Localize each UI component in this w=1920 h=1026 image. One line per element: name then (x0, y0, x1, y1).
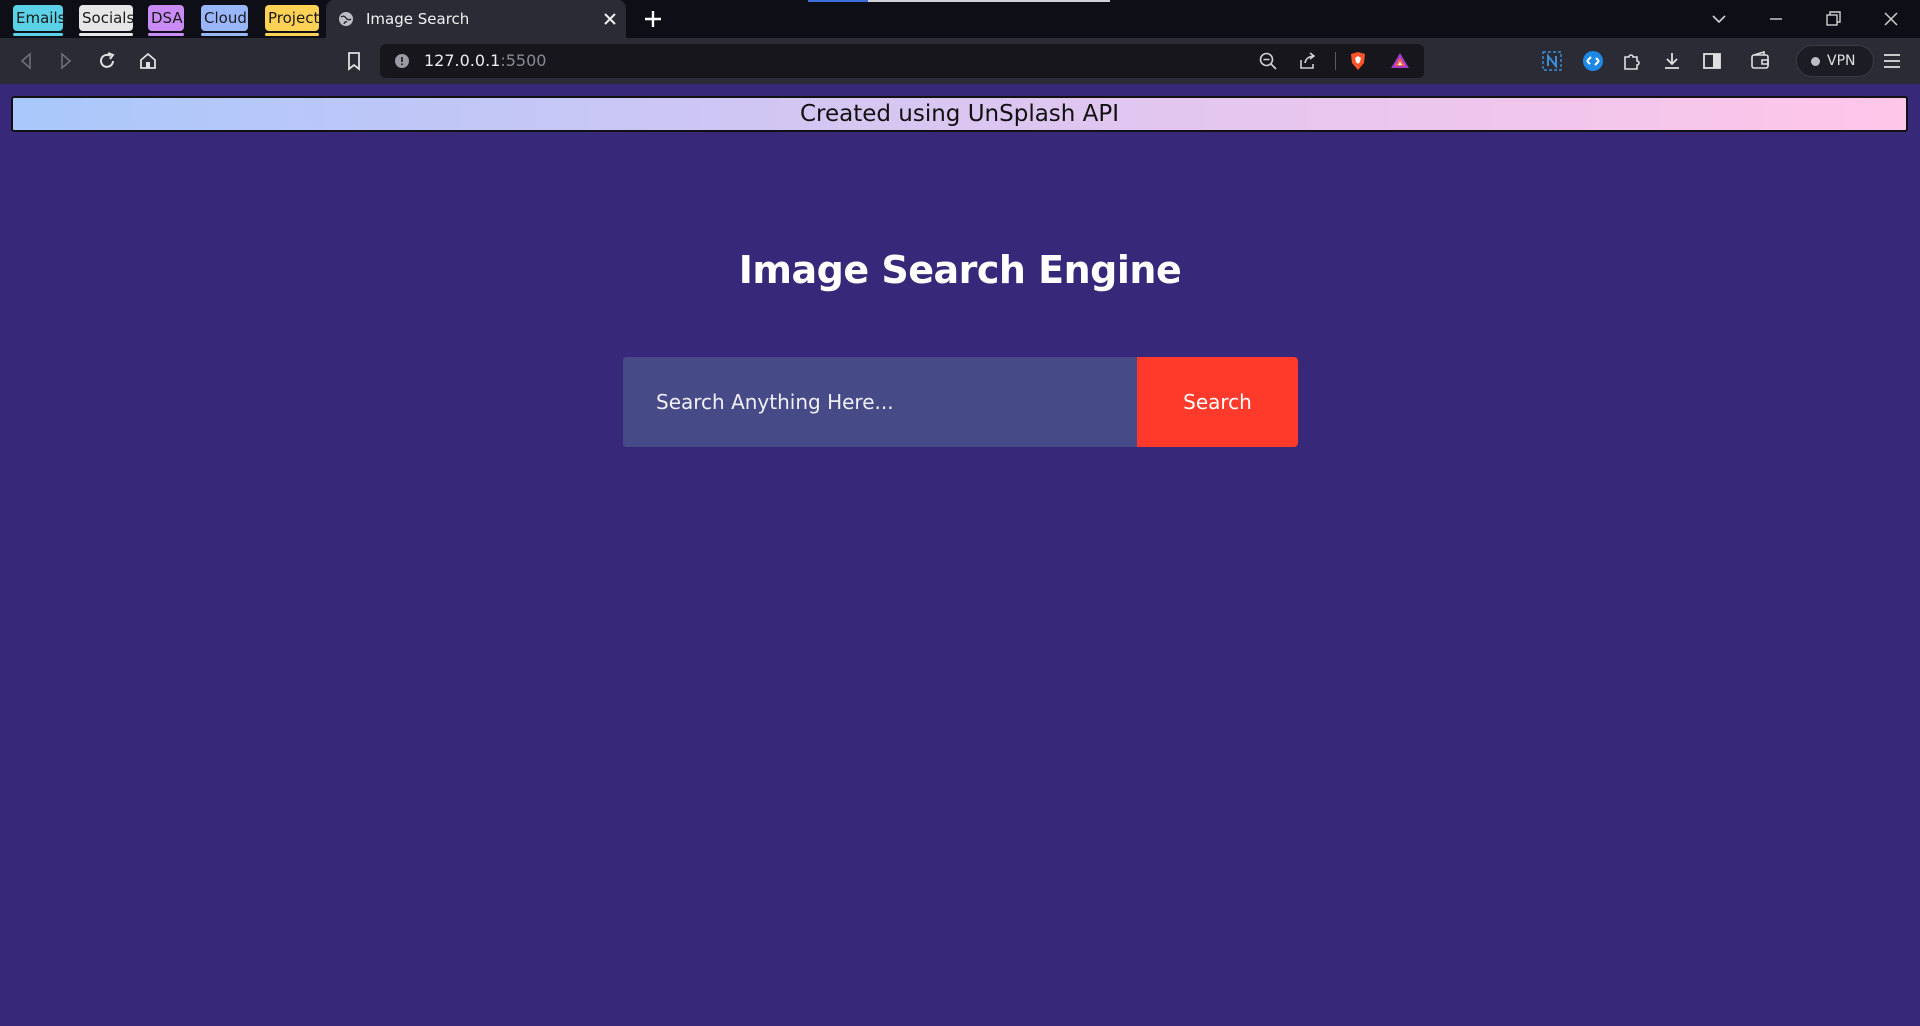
tab-strip: Emails Socials DSA Cloud Project Image S… (0, 0, 1920, 38)
url-separator (1335, 52, 1336, 70)
sidebar-toggle-icon[interactable] (1700, 49, 1724, 73)
tab-group-socials[interactable]: Socials (79, 5, 134, 36)
page-content: Created using UnSplash API Image Search … (0, 84, 1920, 1026)
vpn-button[interactable]: VPN (1796, 45, 1874, 77)
bookmark-icon[interactable] (342, 49, 366, 73)
page-title: Image Search Engine (738, 248, 1182, 292)
tab-group-cloud[interactable]: Cloud (201, 5, 248, 36)
extensions-puzzle-icon[interactable] (1620, 49, 1644, 73)
vpn-label: VPN (1827, 53, 1856, 69)
restore-icon[interactable] (1822, 8, 1844, 30)
tab-group-project[interactable]: Project (265, 5, 319, 36)
brave-shields-icon[interactable] (1348, 51, 1368, 71)
reload-icon[interactable] (95, 49, 119, 73)
browser-toolbar: 127.0.0.1:5500 VPN (0, 38, 1920, 84)
shazam-extension-icon[interactable] (1581, 49, 1605, 73)
site-info-icon[interactable] (394, 53, 410, 69)
menu-icon[interactable] (1880, 49, 1904, 73)
wallet-icon[interactable] (1748, 49, 1772, 73)
share-icon[interactable] (1298, 51, 1318, 71)
home-icon[interactable] (136, 49, 160, 73)
api-credit-banner: Created using UnSplash API (11, 96, 1908, 132)
url-text: 127.0.0.1:5500 (424, 51, 547, 70)
back-icon[interactable] (14, 49, 38, 73)
zoom-out-icon[interactable] (1258, 51, 1278, 71)
close-tab-icon[interactable] (600, 9, 620, 29)
vpn-status-dot (1811, 57, 1820, 66)
tab-search-chevron-icon[interactable] (1708, 8, 1730, 30)
tab-group-emails[interactable]: Emails (13, 5, 65, 36)
minimize-icon[interactable] (1765, 8, 1787, 30)
notion-extension-icon[interactable] (1540, 49, 1564, 73)
address-bar[interactable]: 127.0.0.1:5500 (380, 44, 1424, 78)
search-button[interactable]: Search (1137, 357, 1298, 447)
globe-icon (339, 12, 353, 26)
search-form: Search (623, 357, 1298, 447)
downloads-icon[interactable] (1660, 49, 1684, 73)
loading-bar (808, 0, 1110, 2)
tab-group-dsa[interactable]: DSA (148, 5, 184, 36)
brave-rewards-icon[interactable] (1390, 51, 1410, 71)
tab-title: Image Search (366, 10, 470, 28)
active-tab[interactable]: Image Search (326, 0, 626, 38)
forward-icon[interactable] (54, 49, 78, 73)
new-tab-icon[interactable] (642, 8, 664, 30)
close-window-icon[interactable] (1880, 8, 1902, 30)
search-input[interactable] (623, 357, 1138, 447)
